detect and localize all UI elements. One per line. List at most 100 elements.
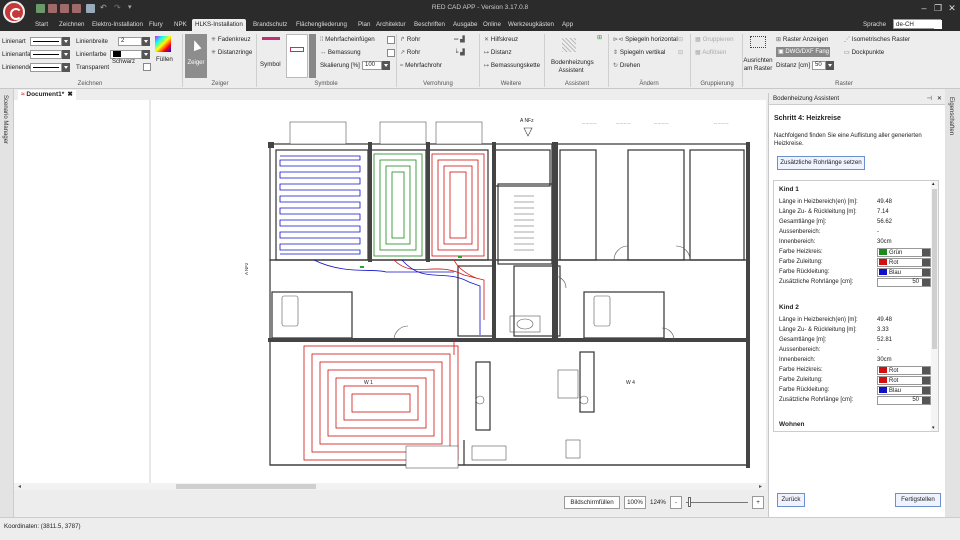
spiegeln-vertikal-button[interactable]: ⇕ Spiegeln vertikal	[613, 49, 665, 56]
mehrfacheinfuegen-button[interactable]: ⁞⁞ Mehrfacheinfügen	[320, 36, 375, 43]
dwg-fang-button[interactable]: ▣ DWG/DXF Fang	[776, 47, 830, 57]
scenario-manager-tab[interactable]: Scenario Manager	[2, 95, 8, 144]
circuit-2-heizkreis-color-select[interactable]: Rot	[877, 366, 931, 375]
rohr-button-1[interactable]: ↱ Rohr	[400, 36, 420, 43]
horizontal-scroll-thumb[interactable]	[176, 484, 316, 489]
zoom-slider-track[interactable]	[686, 502, 748, 503]
isometrisches-raster-button[interactable]: ⋰ Isometrisches Raster	[844, 36, 910, 43]
fuellen-label[interactable]: Füllen	[156, 56, 173, 63]
linienende-dropdown-icon[interactable]	[62, 63, 70, 72]
linienart-dropdown-icon[interactable]	[62, 37, 70, 46]
floor-plan[interactable]: — — — — — — — — — — — — — — — — W 1 W 4 A N…	[14, 100, 766, 489]
skalierung-input[interactable]: 100	[362, 61, 382, 70]
tab-online[interactable]: Online	[480, 19, 504, 31]
tab-werkzeugkaesten[interactable]: Werkzeugkästen	[505, 19, 557, 31]
align-grid-icon[interactable]	[750, 36, 766, 48]
dropdown-icon[interactable]	[922, 259, 930, 266]
floor-heating-icon[interactable]	[562, 38, 576, 52]
linienanfang-select[interactable]	[30, 50, 62, 59]
linienfarbe-dropdown-icon[interactable]	[142, 50, 150, 59]
bemassungskette-button[interactable]: ↦ Bemassungskette	[484, 62, 540, 69]
stepper-icon[interactable]	[922, 279, 930, 286]
finish-button[interactable]: Fertigstellen	[895, 493, 941, 507]
zoom-out-button[interactable]: -	[670, 496, 682, 509]
distribute-icon[interactable]: ⊟	[678, 49, 683, 56]
tab-brandschutz[interactable]: Brandschutz	[250, 19, 290, 31]
dropdown-icon[interactable]	[922, 377, 930, 384]
tab-npk[interactable]: NPK	[171, 19, 190, 31]
scroll-up-icon[interactable]: ▴	[932, 181, 935, 187]
pin-icon[interactable]: ⊣	[927, 93, 932, 105]
tab-app[interactable]: App	[559, 19, 576, 31]
scroll-left-icon[interactable]: ◂	[18, 483, 21, 490]
tab-flury[interactable]: Flury	[146, 19, 166, 31]
zoom-100-button[interactable]: 100%	[624, 496, 646, 509]
gruppieren-button[interactable]: ▦ Gruppieren	[695, 36, 734, 43]
align-icon[interactable]: ⊟	[678, 36, 683, 43]
properties-tab[interactable]: Eigenschaften	[948, 97, 954, 135]
scroll-right-icon[interactable]: ▸	[759, 483, 762, 490]
symbol-gallery[interactable]	[286, 34, 308, 78]
circuit-2-zuleitung-color-select[interactable]: Rot	[877, 376, 931, 385]
raster-distanz-input[interactable]: 50	[812, 61, 826, 70]
app-logo-icon[interactable]	[3, 1, 25, 23]
hilfskreuz-button[interactable]: ✕ Hilfskreuz	[484, 36, 518, 43]
dockpunkte-button[interactable]: ▭ Dockpunkte	[844, 49, 884, 56]
tab-elektro-installation[interactable]: Elektro-Installation	[89, 19, 146, 31]
assist-small-icon[interactable]: ⊞	[597, 34, 602, 41]
zoom-in-button[interactable]: +	[752, 496, 764, 509]
bemassung-checkbox[interactable]	[387, 49, 395, 57]
dropdown-icon[interactable]	[922, 249, 930, 256]
tab-hlks-installation[interactable]: HLKS-Installation	[192, 19, 246, 31]
scroll-down-icon[interactable]: ▾	[932, 425, 935, 431]
dropdown-icon[interactable]	[922, 387, 930, 394]
document-tab[interactable]: ≈ Document1* ✖	[18, 90, 76, 100]
fadenkreuz-button[interactable]: ✳ Fadenkreuz	[211, 36, 251, 43]
mehrfachrohr-button[interactable]: ≈ Mehrfachrohr	[400, 62, 442, 69]
skalierung-stepper-icon[interactable]	[382, 61, 390, 70]
linienbreite-input[interactable]: 2	[118, 37, 142, 46]
circuit-1-heizkreis-color-select[interactable]: Grün	[877, 248, 931, 257]
transparent-checkbox[interactable]	[143, 63, 151, 71]
mehrfacheinfuegen-checkbox[interactable]	[387, 36, 395, 44]
drawing-canvas[interactable]: — — — — — — — — — — — — — — — — W 1 W 4 A N…	[14, 100, 766, 489]
close-tab-icon[interactable]: ✖	[67, 91, 72, 98]
restore-icon[interactable]: ❐	[932, 2, 944, 14]
set-extra-pipe-length-button[interactable]: Zusätzliche Rohrlänge setzen	[777, 156, 865, 170]
circuit-1-zusatz-input[interactable]: 50	[877, 278, 931, 287]
tab-plan[interactable]: Plan	[355, 19, 373, 31]
pipe-style-icon[interactable]: ═ ▟	[454, 36, 465, 43]
tab-zeichnen[interactable]: Zeichnen	[56, 19, 87, 31]
rohr-button-2[interactable]: ↗ Rohr	[400, 49, 420, 56]
aufloesen-button[interactable]: ▦ Auflösen	[695, 49, 726, 56]
symbol-gallery-scroll-icon[interactable]	[309, 34, 316, 78]
fit-to-screen-button[interactable]: Bildschirmfüllen	[564, 496, 620, 509]
linienfarbe-select[interactable]: Schwarz	[110, 50, 142, 65]
zeiger-button[interactable]: Zeiger	[185, 34, 207, 78]
minimize-icon[interactable]: –	[918, 2, 930, 14]
circuit-list-scroll-thumb[interactable]	[932, 189, 937, 349]
panel-close-icon[interactable]: ✕	[937, 93, 942, 105]
ausrichten-label[interactable]: Ausrichten	[743, 57, 773, 64]
bodenheizungs-label[interactable]: Bodenheizungs	[551, 59, 594, 66]
circuit-2-zusatz-input[interactable]: 50	[877, 396, 931, 405]
horizontal-scrollbar[interactable]: ◂ ▸	[14, 483, 766, 490]
assistent-label[interactable]: Assistent	[551, 67, 591, 74]
tab-beschriften[interactable]: Beschriften	[411, 19, 448, 31]
tab-start[interactable]: Start	[32, 19, 51, 31]
circuit-2-rueckleitung-color-select[interactable]: Blau	[877, 386, 931, 395]
tab-flaechengliederung[interactable]: Flächengliederung	[293, 19, 350, 31]
circuit-1-zuleitung-color-select[interactable]: Rot	[877, 258, 931, 267]
dropdown-icon[interactable]	[922, 367, 930, 374]
symbol-label[interactable]: Symbol	[260, 61, 281, 68]
zoom-slider-thumb[interactable]	[688, 497, 691, 507]
tab-ausgabe[interactable]: Ausgabe	[450, 19, 480, 31]
linienart-select[interactable]	[30, 37, 62, 46]
pipe-style-2-icon[interactable]: ╘ ▟	[454, 49, 465, 56]
spiegeln-horizontal-button[interactable]: ⊳⊲ Spiegeln horizontal	[613, 36, 678, 43]
linienanfang-dropdown-icon[interactable]	[62, 50, 70, 59]
bemassung-button[interactable]: ↔ Bemassung	[320, 49, 361, 56]
stepper-icon[interactable]	[922, 397, 930, 404]
circuit-1-rueckleitung-color-select[interactable]: Blau	[877, 268, 931, 277]
language-dropdown-icon[interactable]	[934, 20, 942, 29]
